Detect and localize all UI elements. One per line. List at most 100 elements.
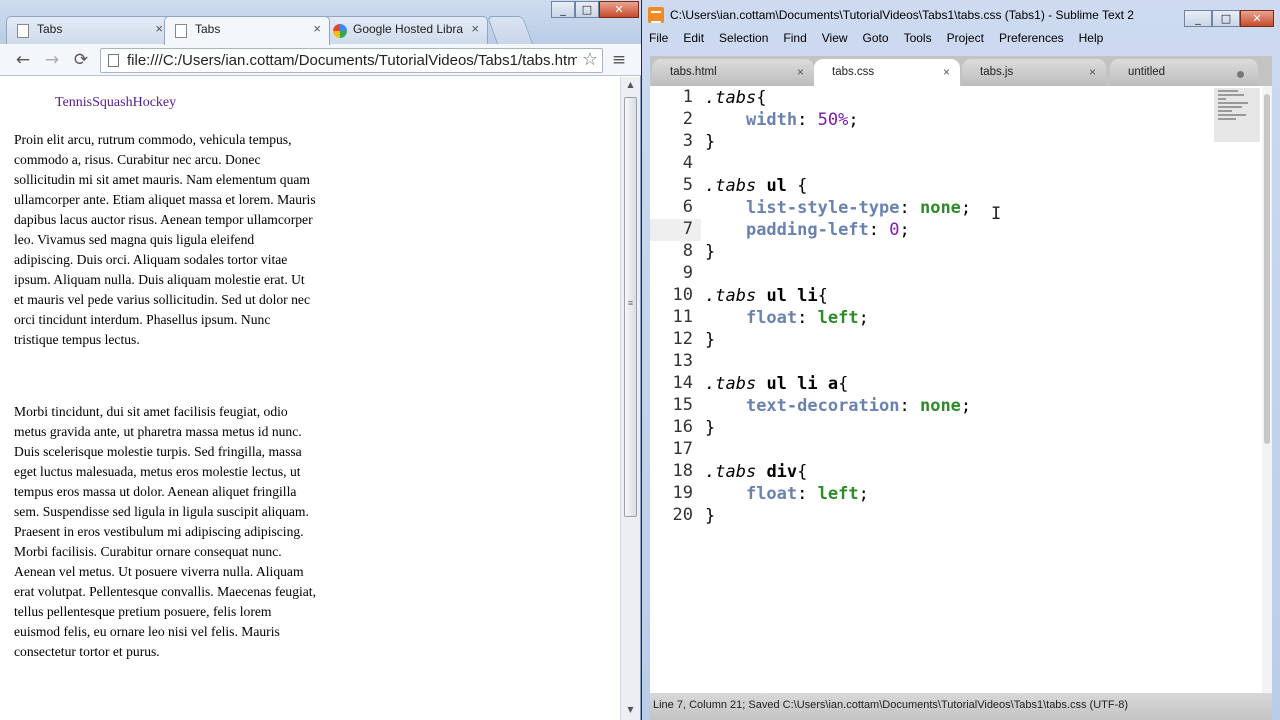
code-line[interactable]: text-decoration: none; xyxy=(705,395,971,417)
tab-link-hockey[interactable]: Hockey xyxy=(133,95,177,110)
menu-view[interactable]: View xyxy=(822,31,848,51)
code-line[interactable]: .tabs div{ xyxy=(705,461,807,483)
line-number: 18 xyxy=(672,461,693,481)
code-token-punc: } xyxy=(705,330,716,350)
tab-close-icon[interactable]: × xyxy=(471,21,479,36)
line-number: 5 xyxy=(682,175,693,195)
menu-find[interactable]: Find xyxy=(783,31,806,51)
menu-goto[interactable]: Goto xyxy=(863,31,889,51)
code-token-ind xyxy=(705,308,746,328)
code-line[interactable]: padding-left: 0; xyxy=(705,219,910,241)
chrome-tab-strip: Tabs × Tabs × Google Hosted Libra × xyxy=(6,16,534,45)
sublime-close-button[interactable]: ✕ xyxy=(1240,10,1274,27)
code-line[interactable]: .tabs ul { xyxy=(705,175,807,197)
code-line[interactable]: .tabs ul li{ xyxy=(705,285,828,307)
bookmark-star-icon[interactable]: ☆ xyxy=(582,49,598,70)
code-token-punc: { xyxy=(786,176,808,196)
sublime-minimize-button[interactable]: _ xyxy=(1184,10,1212,27)
line-number: 19 xyxy=(672,483,693,503)
tab-close-icon[interactable]: × xyxy=(155,21,163,36)
chrome-toolbar: ← → ⟳ file:///C:/Users/ian.cottam/Docume… xyxy=(0,44,641,76)
tab-link-squash[interactable]: Squash xyxy=(92,95,132,110)
code-line[interactable]: .tabs ul li a{ xyxy=(705,373,848,395)
code-editor[interactable]: 1 2 3 4 5 6 7 8 9 10 11 12 13 14 15 16 17 18 19 20 .tabs{ w… xyxy=(650,86,1272,693)
code-token-sel: .tabs xyxy=(705,176,757,196)
code-line[interactable]: .tabs{ xyxy=(705,87,766,109)
sublime-tab-untitled[interactable]: untitled xyxy=(1110,59,1258,86)
chrome-close-button[interactable]: ✕ xyxy=(599,1,639,18)
code-token-punc: ; xyxy=(858,484,869,504)
code-token-punc: ; xyxy=(848,110,859,130)
code-line[interactable]: width: 50%; xyxy=(705,109,859,131)
chrome-tab-3[interactable]: Google Hosted Libra × xyxy=(322,16,488,44)
code-token-punc xyxy=(756,462,766,482)
sublime-window-controls: _ □ ✕ xyxy=(1184,10,1274,27)
chrome-title-bar: _ □ ✕ Tabs × Tabs × Google Hosted Libra … xyxy=(0,0,641,45)
code-token-num: 0 xyxy=(889,220,900,240)
minimap[interactable] xyxy=(1214,88,1260,142)
forward-arrow-icon[interactable]: → xyxy=(41,49,63,71)
chrome-maximize-button[interactable]: □ xyxy=(575,1,599,18)
url-text[interactable]: file:///C:/Users/ian.cottam/Documents/Tu… xyxy=(127,52,577,69)
line-number: 12 xyxy=(672,329,693,349)
line-number-gutter: 1 2 3 4 5 6 7 8 9 10 11 12 13 14 15 16 17 18 19 20 xyxy=(650,86,701,693)
sublime-title-bar: C:\Users\ian.cottam\Documents\TutorialVi… xyxy=(648,4,1208,26)
code-line[interactable]: } xyxy=(705,329,715,351)
tab-link-tennis[interactable]: Tennis xyxy=(55,95,92,110)
line-number: 11 xyxy=(672,307,693,327)
code-line[interactable]: list-style-type: none; xyxy=(705,197,971,219)
editor-scrollbar[interactable] xyxy=(1262,86,1272,693)
google-icon xyxy=(333,24,347,38)
sublime-tab-tabs-css[interactable]: tabs.css × xyxy=(814,59,960,86)
line-number: 1 xyxy=(682,87,693,107)
code-line[interactable]: } xyxy=(705,241,715,263)
code-token-sel: .tabs xyxy=(705,374,757,394)
code-token-prop: padding-left xyxy=(745,220,869,240)
chrome-window: _ □ ✕ Tabs × Tabs × Google Hosted Libra … xyxy=(0,0,641,720)
menu-selection[interactable]: Selection xyxy=(719,31,768,51)
new-tab-button[interactable] xyxy=(486,16,534,44)
chrome-tab-1[interactable]: Tabs × xyxy=(6,16,172,44)
code-line[interactable]: } xyxy=(705,417,715,439)
line-number: 3 xyxy=(682,131,693,151)
menu-project[interactable]: Project xyxy=(947,31,984,51)
code-line[interactable]: float: left; xyxy=(705,307,869,329)
status-bar: Line 7, Column 21; Saved C:\Users\ian.co… xyxy=(650,693,1272,720)
menu-file[interactable]: File xyxy=(649,31,668,51)
code-token-num: 50% xyxy=(817,110,849,130)
paragraph-2: Morbi tincidunt, dui sit amet facilisis … xyxy=(14,404,316,659)
tab-close-icon[interactable]: × xyxy=(797,65,804,79)
page-scrollbar[interactable]: ▲ ≡ ▼ xyxy=(620,77,640,720)
menu-edit[interactable]: Edit xyxy=(683,31,704,51)
scrollbar-thumb[interactable]: ≡ xyxy=(624,97,637,517)
tab-close-icon[interactable]: × xyxy=(1089,65,1096,79)
chrome-window-controls: _ □ ✕ xyxy=(551,1,639,18)
menu-preferences[interactable]: Preferences xyxy=(999,31,1064,51)
sublime-tab-tabs-js[interactable]: tabs.js × xyxy=(962,59,1106,86)
editor-scrollbar-thumb[interactable] xyxy=(1264,94,1270,444)
line-number: 10 xyxy=(672,285,693,305)
menu-tools[interactable]: Tools xyxy=(904,31,932,51)
code-token-punc: : xyxy=(797,308,818,328)
tab-close-icon[interactable]: × xyxy=(313,21,321,36)
reload-icon[interactable]: ⟳ xyxy=(70,49,92,71)
tab-close-icon[interactable]: × xyxy=(943,65,950,79)
code-line[interactable]: } xyxy=(705,505,715,527)
menu-help[interactable]: Help xyxy=(1079,31,1104,51)
sublime-tab-tabs-html[interactable]: tabs.html × xyxy=(652,59,814,86)
scroll-down-arrow-icon[interactable]: ▼ xyxy=(621,705,640,714)
chrome-tab-2[interactable]: Tabs × xyxy=(164,16,330,45)
chrome-minimize-button[interactable]: _ xyxy=(551,1,575,18)
sublime-tab-label: tabs.js xyxy=(980,66,1014,78)
code-line[interactable]: float: left; xyxy=(705,483,869,505)
code-token-punc: } xyxy=(705,242,716,262)
chrome-menu-icon[interactable]: ≡ xyxy=(608,49,630,71)
scroll-up-arrow-icon[interactable]: ▲ xyxy=(621,80,640,89)
code-token-prop: float xyxy=(745,308,798,328)
sublime-window-title: C:\Users\ian.cottam\Documents\TutorialVi… xyxy=(670,8,1134,22)
sublime-maximize-button[interactable]: □ xyxy=(1212,10,1240,27)
back-arrow-icon[interactable]: ← xyxy=(12,49,34,71)
line-number: 9 xyxy=(682,263,693,283)
code-line[interactable]: } xyxy=(705,131,715,153)
address-bar[interactable]: file:///C:/Users/ian.cottam/Documents/Tu… xyxy=(100,48,603,73)
